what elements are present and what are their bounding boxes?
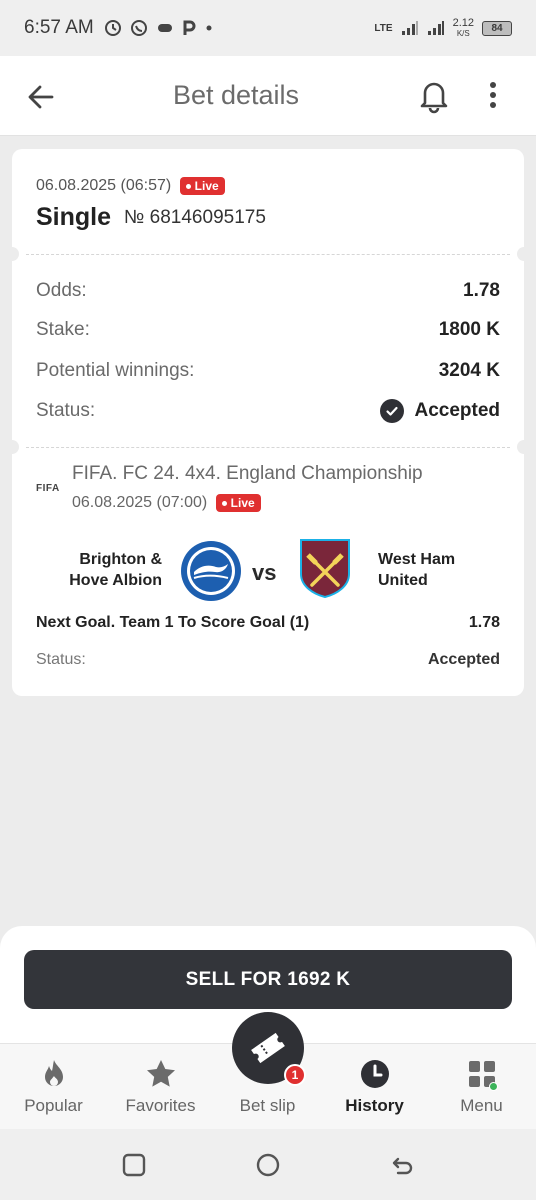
vs-label: vs xyxy=(252,560,277,585)
dot-icon xyxy=(206,25,212,31)
stake-row: Stake: 1800 K xyxy=(36,319,500,340)
app-header: Bet details xyxy=(0,56,536,136)
signal-icon-2 xyxy=(427,21,444,35)
whatsapp-icon xyxy=(130,20,147,36)
team1-name: Brighton & Hove Albion xyxy=(69,551,162,589)
market-odds: 1.78 xyxy=(468,614,500,631)
odds-row: Odds: 1.78 xyxy=(36,280,500,301)
stake-value: 1800 K xyxy=(438,319,500,340)
card-notch xyxy=(5,247,19,261)
nav-item-favorites[interactable]: Favorites xyxy=(107,1044,214,1130)
sync-icon xyxy=(104,20,121,36)
event-date: 06.08.2025 (07:00) Live xyxy=(72,494,261,512)
winnings-value: 3204 K xyxy=(438,360,500,381)
westham-crest-icon xyxy=(300,539,350,599)
brighton-crest-icon xyxy=(181,541,241,601)
nav-item-menu[interactable]: Menu xyxy=(428,1044,535,1130)
divider xyxy=(26,254,510,255)
odds-value: 1.78 xyxy=(463,280,500,301)
card-notch xyxy=(517,440,531,454)
signal-icon xyxy=(401,21,418,35)
live-badge: Live xyxy=(215,494,261,512)
fifa-logo: FIFA xyxy=(36,483,60,494)
back-arrow-icon[interactable] xyxy=(24,80,58,114)
team2-name: West Ham United xyxy=(378,551,456,589)
gamepad-icon xyxy=(157,24,172,32)
betslip-count-badge: 1 xyxy=(284,1064,306,1086)
bet-type: Single xyxy=(36,203,112,231)
status-time: 6:57 AM xyxy=(24,17,94,38)
battery-icon: 84 xyxy=(482,20,512,36)
bet-card: 06.08.2025 (06:57) Live Single № 6814609… xyxy=(5,149,531,696)
check-circle-icon xyxy=(380,399,405,423)
star-icon xyxy=(146,1060,175,1087)
market-row: Next Goal. Team 1 To Score Goal (1) 1.78 xyxy=(36,614,500,632)
status-bar: 6:57 AM LTE 2.12 K/S 84 xyxy=(0,0,536,56)
sell-button[interactable]: SELL FOR 1692 K xyxy=(24,950,512,1009)
home-circle-icon[interactable] xyxy=(254,1151,282,1179)
nav-item-history[interactable]: History xyxy=(321,1044,428,1130)
status-row: Status: Accepted xyxy=(36,399,500,423)
event-status-row: Status: Accepted xyxy=(36,651,500,668)
tournament-name: FIFA. FC 24. 4x4. England Championship xyxy=(72,463,423,484)
status-value: Accepted xyxy=(414,400,500,421)
p-icon xyxy=(183,20,196,35)
divider xyxy=(26,447,510,448)
card-notch xyxy=(5,440,19,454)
network-type: LTE xyxy=(374,22,393,34)
market-name: Next Goal. Team 1 To Score Goal (1) xyxy=(36,614,310,631)
nav-item-popular[interactable]: Popular xyxy=(0,1044,107,1130)
menu-notification-dot xyxy=(489,1082,498,1091)
event-status-value: Accepted xyxy=(427,651,500,668)
clock-icon xyxy=(360,1060,389,1088)
live-badge: Live xyxy=(179,177,225,195)
more-vertical-icon[interactable] xyxy=(482,78,504,114)
card-notch xyxy=(517,247,531,261)
bell-icon[interactable] xyxy=(418,78,450,114)
flame-icon xyxy=(44,1060,63,1086)
winnings-row: Potential winnings: 3204 K xyxy=(36,360,500,381)
back-icon[interactable] xyxy=(388,1151,416,1179)
recents-square-icon[interactable] xyxy=(120,1151,148,1179)
net-speed: 2.12 K/S xyxy=(452,16,474,38)
ticket-icon xyxy=(251,1032,285,1064)
bet-number: № 68146095175 xyxy=(124,207,266,228)
bet-date: 06.08.2025 (06:57) Live xyxy=(36,177,225,195)
system-nav xyxy=(0,1129,536,1200)
